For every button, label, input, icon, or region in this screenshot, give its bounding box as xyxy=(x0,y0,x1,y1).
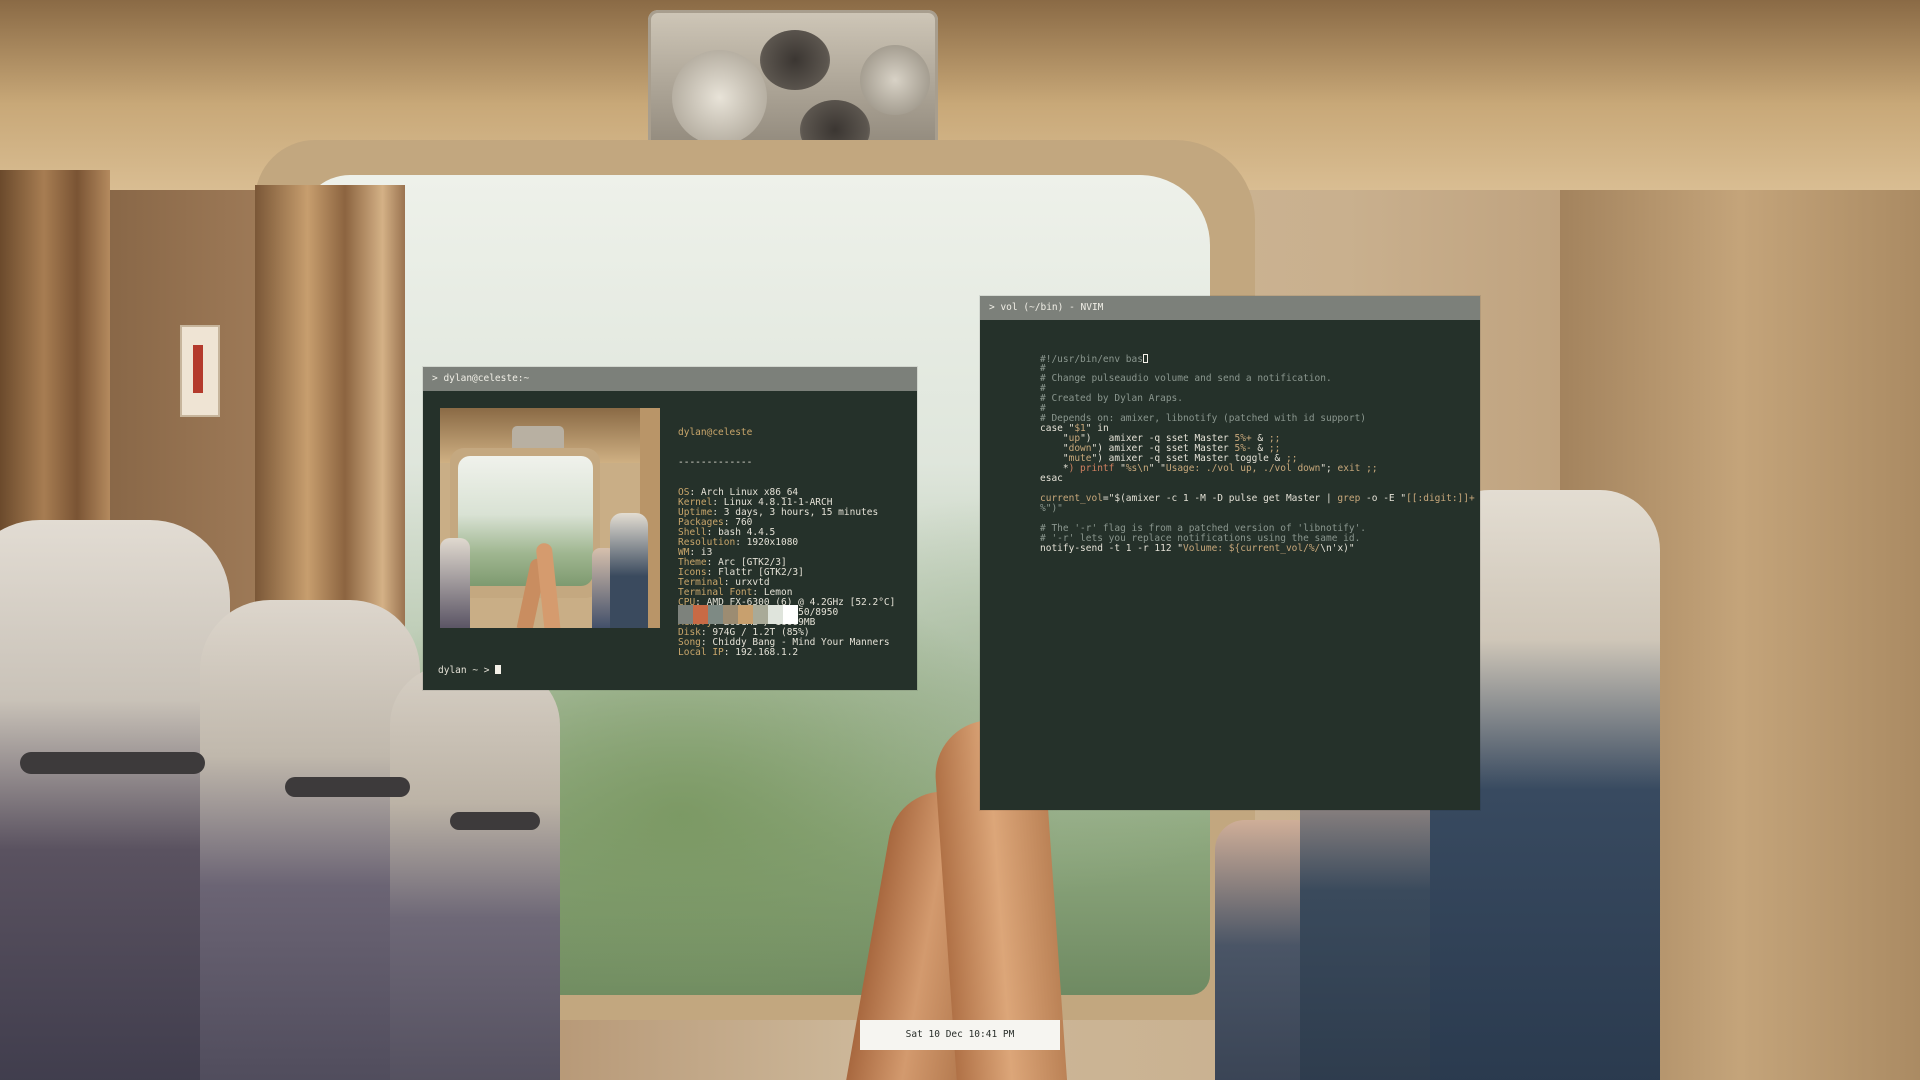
code-line: # Change pulseaudio volume and send a no… xyxy=(1040,374,1475,384)
color-swatch xyxy=(783,605,798,624)
color-swatch xyxy=(768,605,783,624)
code-token: %")" xyxy=(1040,503,1063,514)
info-value: 1920x1080 xyxy=(746,537,799,548)
terminal-cursor xyxy=(495,665,502,674)
nvim-editor-window[interactable]: > vol (~/bin) - NVIM #!/usr/bin/env bas #… xyxy=(980,296,1480,810)
code-line: current_vol="$(amixer -c 1 -M -D pulse g… xyxy=(1040,494,1475,504)
code-token: ) printf xyxy=(1068,463,1115,474)
code-token: # Created by Dylan Araps. xyxy=(1040,393,1183,404)
nvim-window-title[interactable]: > vol (~/bin) - NVIM xyxy=(980,296,1480,320)
code-token: ${current_vol/%/ xyxy=(1228,543,1321,554)
code-token: \n'x)" xyxy=(1320,543,1355,554)
clock-bar: Sat 10 Dec 10:41 PM xyxy=(860,1020,1060,1050)
prompt-text: dylan ~ > xyxy=(438,665,490,676)
shell-prompt[interactable]: dylan ~ > xyxy=(438,665,502,676)
code-line: *) printf "%s\n" "Usage: ./vol up, ./vol… xyxy=(1040,464,1475,474)
code-token: %s\n xyxy=(1125,463,1149,474)
code-line: #!/usr/bin/env bas xyxy=(1040,354,1475,365)
color-swatch xyxy=(738,605,753,624)
code-token: ="$(amixer -c 1 -M -D pulse get Master | xyxy=(1102,493,1338,504)
color-swatch xyxy=(708,605,723,624)
neofetch-terminal-window[interactable]: > dylan@celeste:~ dylan@celeste --------… xyxy=(423,367,917,690)
code-line: notify-send -t 1 -r 112 "Volume: ${curre… xyxy=(1040,544,1475,554)
host-separator: ------------- xyxy=(678,457,753,468)
code-token: Usage: ./vol up, ./vol down xyxy=(1165,463,1321,474)
code-token: " " xyxy=(1148,463,1166,474)
color-swatch xyxy=(678,605,693,624)
wallpaper-thumbnail-image xyxy=(440,408,660,628)
code-token: esac xyxy=(1040,473,1063,484)
code-token: # Change pulseaudio volume and send a no… xyxy=(1040,373,1332,384)
code-token: grep xyxy=(1337,493,1361,504)
code-token: Volume: xyxy=(1183,543,1229,554)
code-buffer[interactable]: #!/usr/bin/env bas # # Change pulseaudio v… xyxy=(1040,354,1475,554)
code-line: %")" xyxy=(1040,504,1475,514)
host-name: dylan@celeste xyxy=(678,427,753,438)
code-token: #!/usr/bin/env bas xyxy=(1040,354,1143,365)
editor-cursor xyxy=(1142,354,1148,363)
color-swatch xyxy=(693,605,708,624)
code-token: exit xyxy=(1337,463,1361,474)
info-row: Local IP: 192.168.1.2 xyxy=(678,647,799,658)
code-line: esac xyxy=(1040,474,1475,484)
clock-text: Sat 10 Dec 10:41 PM xyxy=(905,1029,1015,1040)
neofetch-window-title[interactable]: > dylan@celeste:~ xyxy=(423,367,917,391)
color-swatch xyxy=(723,605,738,624)
code-token: [[:digit:]]+ xyxy=(1406,493,1475,504)
code-token: ;; xyxy=(1360,463,1378,474)
code-token: notify-send -t 1 -r 112 " xyxy=(1040,543,1183,554)
info-value: 192.168.1.2 xyxy=(735,647,799,658)
code-token: -o -E " xyxy=(1360,493,1407,504)
code-line: # Created by Dylan Araps. xyxy=(1040,394,1475,404)
code-token: "; xyxy=(1320,463,1338,474)
code-token: " xyxy=(1114,463,1126,474)
desktop-wallpaper xyxy=(0,0,1920,1080)
color-palette xyxy=(678,605,798,624)
info-label: Local IP xyxy=(678,647,724,658)
system-info: dylan@celeste ------------- OS: Arch Lin… xyxy=(678,408,895,678)
color-swatch xyxy=(753,605,768,624)
